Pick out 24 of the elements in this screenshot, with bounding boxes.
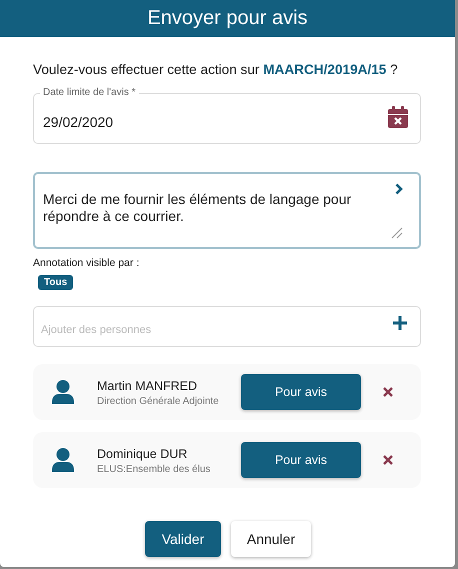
close-icon: [383, 455, 393, 465]
remove-button[interactable]: [381, 385, 395, 399]
person-entity: ELUS:Ensemble des élus: [97, 464, 212, 474]
dialog-title: Envoyer pour avis: [147, 7, 308, 30]
visibility-tag[interactable]: Tous: [38, 275, 74, 290]
person-name: Dominique DUR: [97, 446, 188, 462]
close-icon: [383, 387, 393, 397]
note-field[interactable]: Merci de me fournir les éléments de langage pour répondre à ce courrier.: [33, 172, 421, 249]
person-name: Martin MANFRED: [97, 378, 198, 394]
cancel-button[interactable]: Annuler: [231, 521, 311, 557]
add-icon: [392, 315, 408, 331]
user-icon: [52, 380, 74, 404]
question-text: Voulez-vous effectuer cette action sur MAARCH/2019A/15 ?: [33, 61, 399, 79]
role-button[interactable]: Pour avis: [241, 374, 361, 410]
remove-button[interactable]: [381, 453, 395, 467]
validate-button[interactable]: Valider: [145, 521, 221, 557]
chevron-right-icon: [395, 183, 403, 195]
add-people-field[interactable]: Ajouter des personnes: [33, 306, 421, 347]
calendar-clear-icon: [388, 106, 408, 128]
person-entity: Direction Générale Adjointe: [97, 396, 220, 406]
visibility-label: Annotation visible par :: [33, 257, 140, 269]
resize-handle-icon: [389, 225, 403, 239]
role-button[interactable]: Pour avis: [241, 442, 361, 478]
user-icon: [52, 448, 74, 472]
